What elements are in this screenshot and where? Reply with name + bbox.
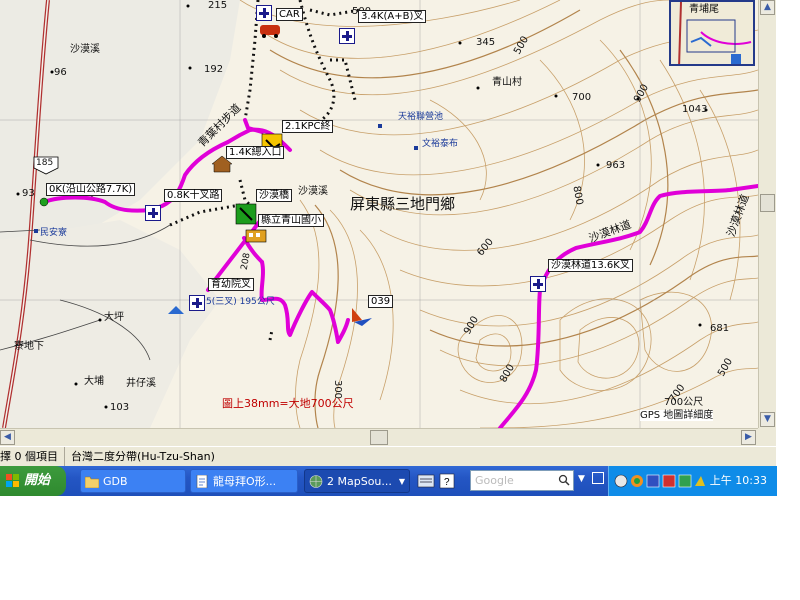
- waypoint-label-0-8k[interactable]: 0.8K十叉路: [164, 189, 223, 202]
- elevation-label: 1043: [682, 104, 708, 115]
- waypoint-label-bridge[interactable]: 沙漠橋: [256, 189, 292, 202]
- toolbar-menu-icon[interactable]: ▼: [578, 474, 585, 484]
- quick-launch: ?: [416, 471, 460, 495]
- elevation-label: 103: [110, 402, 130, 413]
- waypoint-label-school[interactable]: 縣立青山國小: [258, 214, 324, 227]
- selection-status: 擇 0 個項目: [0, 450, 58, 463]
- overview-label: 青埔尾: [689, 4, 719, 15]
- projection-status: 台灣二度分帶(Hu-Tzu-Shan): [64, 447, 215, 467]
- place-label: 大坪: [104, 312, 124, 323]
- clock: 上午 10:33: [709, 474, 767, 487]
- place-label: 寮地下: [14, 341, 44, 352]
- svg-text:?: ?: [444, 477, 450, 488]
- waypoint-label-1-4k[interactable]: 1.4K總入口: [226, 146, 285, 159]
- start-button[interactable]: 開始: [0, 466, 66, 496]
- waypoint-label-nursery[interactable]: 育幼院叉: [208, 278, 254, 291]
- place-label: 沙漠溪: [70, 44, 100, 55]
- search-icon[interactable]: [558, 474, 570, 486]
- region-label: 屏東縣三地門鄉: [350, 195, 456, 213]
- map-detail-note: GPS 地圖詳細度: [640, 410, 714, 421]
- scroll-left-button[interactable]: ◀: [0, 430, 15, 445]
- tray-icons[interactable]: [613, 466, 709, 496]
- elevation-label: 215: [208, 0, 228, 11]
- scale-note: 圖上38mm=大地700公尺: [222, 397, 354, 410]
- vertical-scroll-thumb[interactable]: [760, 194, 775, 212]
- horizontal-scrollbar[interactable]: ◀ ▶: [0, 428, 758, 446]
- elevation-label: 963: [606, 160, 626, 171]
- waypoint-label-3-4k[interactable]: 3.4K(A+B)叉: [358, 10, 427, 23]
- waypoint-label-0k[interactable]: 0K(沿山公路7.7K): [46, 183, 136, 196]
- status-bar: 擇 0 個項目 台灣二度分帶(Hu-Tzu-Shan): [0, 446, 776, 467]
- hospital-icon[interactable]: [145, 205, 161, 221]
- scroll-down-button[interactable]: ▼: [760, 412, 775, 427]
- hospital-icon[interactable]: [339, 28, 355, 44]
- scroll-right-button[interactable]: ▶: [741, 430, 756, 445]
- road-number-label: 185: [36, 158, 54, 168]
- task-mapsource[interactable]: 2 MapSou... ▼: [304, 469, 410, 493]
- elevation-label: 93: [22, 188, 35, 199]
- scale-bar-label: 700公尺: [664, 397, 704, 408]
- topo-map-graphics: [0, 0, 758, 428]
- start-label: 開始: [24, 473, 51, 488]
- elevation-label: 345: [476, 37, 496, 48]
- windows-flag-icon: [6, 474, 19, 487]
- task-label: 2 MapSou...: [327, 475, 392, 488]
- elevation-label: 192: [204, 64, 224, 75]
- vertical-scrollbar[interactable]: ▲ ▼: [758, 0, 776, 428]
- hospital-icon[interactable]: [256, 5, 272, 21]
- google-search-input[interactable]: Google: [470, 470, 574, 491]
- place-label: 青山村: [492, 77, 522, 88]
- waypoint-label-2-1k[interactable]: 2.1KPC終: [282, 120, 334, 133]
- place-label: 天裕聯營池: [398, 112, 444, 122]
- place-label: 文裕泰布: [422, 139, 459, 149]
- toolbar-restore-icon[interactable]: [592, 472, 604, 484]
- task-gdb[interactable]: GDB: [80, 469, 186, 493]
- system-tray: 上午 10:33: [608, 466, 777, 496]
- contour-label: 700: [572, 92, 592, 103]
- place-label: 沙漠溪: [298, 186, 328, 197]
- waypoint-label-car[interactable]: CAR: [276, 8, 303, 21]
- waypoint-label-13-6k[interactable]: 沙漠林道13.6K叉: [548, 259, 633, 272]
- scrollbar-corner: [758, 428, 776, 446]
- keyboard-icon[interactable]: ?: [416, 471, 460, 491]
- place-label: 大埔: [84, 376, 104, 387]
- hospital-icon[interactable]: [530, 276, 546, 292]
- hospital-icon[interactable]: [189, 295, 205, 311]
- search-placeholder: Google: [475, 474, 514, 487]
- taskbar: 開始 GDB 龍母拜O形... 2 MapSou... ▼ ? Google ▼…: [0, 466, 777, 496]
- place-label: 井仔溪: [126, 378, 156, 389]
- scroll-up-button[interactable]: ▲: [760, 0, 775, 15]
- task-document[interactable]: 龍母拜O形...: [190, 469, 298, 493]
- place-label: 民安寮: [40, 228, 68, 238]
- task-label: 龍母拜O形...: [213, 475, 277, 488]
- elevation-label: 681: [710, 323, 730, 334]
- waypoint-label-039[interactable]: 039: [368, 295, 394, 308]
- horizontal-scroll-thumb[interactable]: [370, 430, 388, 445]
- document-icon: [196, 475, 208, 488]
- map-canvas[interactable]: 215 沙漠溪 96 192 345 500 500 青山村 700 900 1…: [0, 0, 758, 428]
- overview-map[interactable]: 青埔尾: [669, 0, 755, 66]
- group-dropdown-icon: ▼: [398, 477, 405, 486]
- folder-icon: [85, 476, 99, 488]
- task-label: GDB: [103, 475, 128, 488]
- waypoint-note: 5(三叉) 195公尺: [206, 297, 275, 307]
- elevation-label: 96: [54, 67, 67, 78]
- globe-icon: [309, 475, 323, 488]
